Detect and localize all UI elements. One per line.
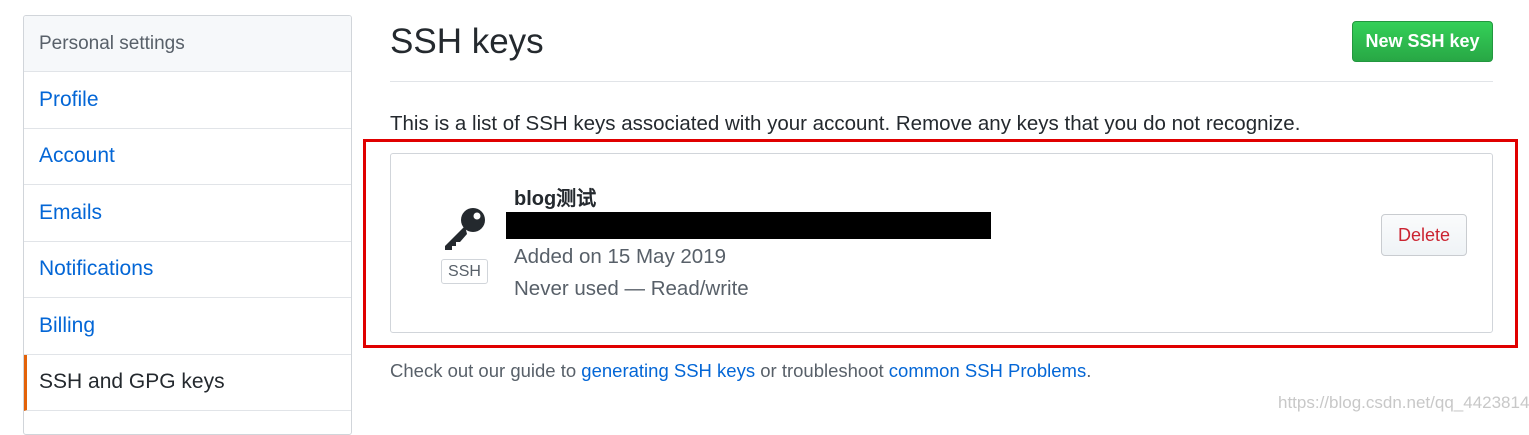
sidebar-header: Personal settings [24, 16, 351, 72]
sidebar-item-notifications[interactable]: Notifications [24, 242, 351, 298]
help-note-middle: or troubleshoot [755, 360, 889, 381]
highlight-frame [363, 139, 1518, 348]
sidebar-item-ssh-gpg-keys[interactable]: SSH and GPG keys [24, 354, 351, 411]
page-title: SSH keys [390, 22, 544, 61]
generating-ssh-keys-link[interactable]: generating SSH keys [581, 360, 755, 381]
settings-sidebar: Personal settings Profile Account Emails… [23, 15, 352, 435]
intro-text: This is a list of SSH keys associated wi… [390, 112, 1301, 135]
sidebar-item-billing[interactable]: Billing [24, 298, 351, 355]
help-note-prefix: Check out our guide to [390, 360, 582, 381]
sidebar-item-emails[interactable]: Emails [24, 185, 351, 242]
watermark: https://blog.csdn.net/qq_44238142 [1278, 393, 1529, 412]
sidebar-item-profile[interactable]: Profile [24, 72, 351, 129]
help-note-suffix: . [1086, 360, 1092, 381]
title-divider [390, 81, 1493, 82]
common-ssh-problems-link[interactable]: common SSH Problems [889, 360, 1086, 381]
help-note: Check out our guide to generating SSH ke… [390, 360, 1091, 382]
new-ssh-key-button[interactable]: New SSH key [1352, 21, 1493, 62]
sidebar-item-account[interactable]: Account [24, 129, 351, 185]
